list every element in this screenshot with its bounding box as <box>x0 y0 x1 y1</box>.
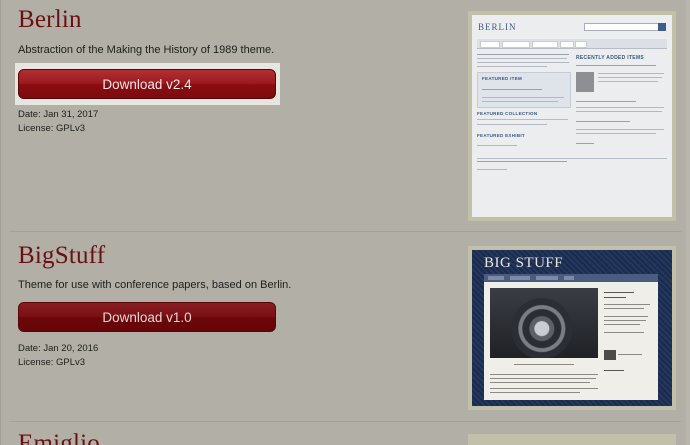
theme-license: License: GPLv3 <box>18 123 86 134</box>
theme-title[interactable]: Emiglio <box>18 430 100 445</box>
berlin-screenshot: BERLIN FEATURED ITEM FEATURED COLLECTION… <box>472 15 672 217</box>
theme-entry-bigstuff: BigStuff Theme for use with conference p… <box>1 232 687 422</box>
theme-date: Date: Jan 31, 2017 <box>18 109 99 120</box>
thumbnail-nav <box>484 274 658 282</box>
thumbnail-featured-collection: FEATURED COLLECTION <box>477 111 538 116</box>
thumbnail-search-icon <box>658 23 666 31</box>
theme-title[interactable]: Berlin <box>18 6 82 34</box>
theme-entry-berlin: Berlin Abstraction of the Making the His… <box>1 0 687 232</box>
thumbnail-machine-photo <box>490 288 598 358</box>
thumbnail-nav <box>477 39 667 49</box>
theme-thumbnail[interactable]: BERLIN FEATURED ITEM FEATURED COLLECTION… <box>468 11 676 221</box>
thumbnail-featured-exhibit: FEATURED EXHIBIT <box>477 133 525 138</box>
theme-license: License: GPLv3 <box>18 357 86 368</box>
theme-thumbnail[interactable] <box>468 434 676 445</box>
bigstuff-screenshot: BIG STUFF <box>472 250 672 406</box>
page-edge <box>686 0 690 445</box>
thumbnail-item-image <box>576 72 594 92</box>
thumbnail-search-field <box>584 23 666 31</box>
theme-date: Date: Jan 20, 2016 <box>18 343 99 354</box>
download-button[interactable]: Download v2.4 <box>18 69 276 99</box>
download-button-wrap: Download v1.0 <box>18 302 276 332</box>
thumbnail-featured-item: FEATURED ITEM <box>477 72 571 108</box>
theme-description: Abstraction of the Making the History of… <box>18 44 275 56</box>
theme-entry-emiglio: Emiglio <box>1 422 687 445</box>
thumbnail-brand: BERLIN <box>478 22 517 32</box>
download-button[interactable]: Download v1.0 <box>18 302 276 332</box>
thumbnail-featured-item-heading: FEATURED ITEM <box>482 76 523 81</box>
download-button-highlight: Download v2.4 <box>15 63 280 105</box>
thumbnail-content <box>484 282 658 400</box>
theme-description: Theme for use with conference papers, ba… <box>18 279 292 291</box>
thumbnail-brand: BIG STUFF <box>484 255 564 271</box>
theme-title[interactable]: BigStuff <box>18 242 105 270</box>
theme-list: Berlin Abstraction of the Making the His… <box>0 0 688 445</box>
thumbnail-recently-added: RECENTLY ADDED ITEMS <box>576 55 645 61</box>
theme-thumbnail[interactable]: BIG STUFF <box>468 246 676 410</box>
